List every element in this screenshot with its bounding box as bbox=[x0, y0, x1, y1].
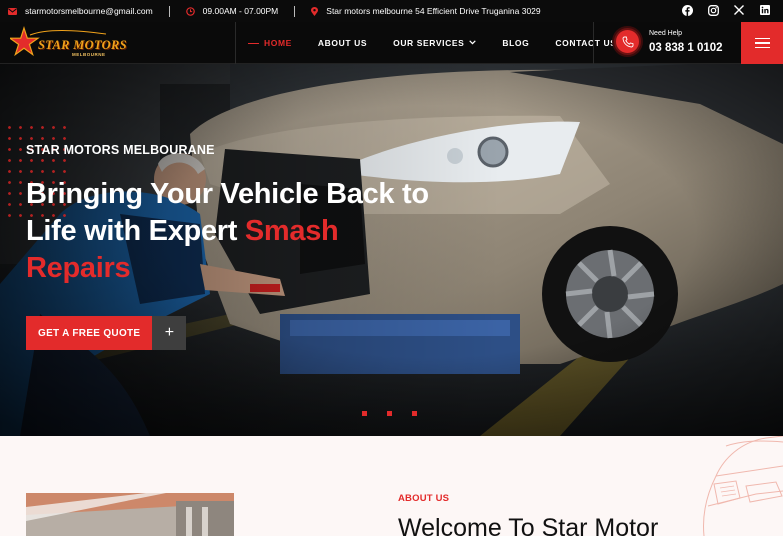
address-text: Star motors melbourne 54 Efficient Drive… bbox=[326, 6, 541, 16]
about-label: ABOUT US bbox=[398, 493, 450, 504]
help-phone[interactable]: Need Help 03 838 1 0102 bbox=[614, 28, 723, 55]
slider-dot[interactable] bbox=[387, 411, 392, 416]
hero-eyebrow: STAR MOTORS MELBOURANE bbox=[26, 143, 215, 157]
plus-icon[interactable]: + bbox=[152, 316, 187, 350]
hamburger-line bbox=[754, 37, 770, 40]
social-links bbox=[681, 4, 771, 16]
nav-item-label: ABOUT US bbox=[317, 38, 368, 48]
hamburger-line bbox=[754, 46, 770, 49]
x-icon[interactable] bbox=[733, 4, 745, 16]
divider bbox=[593, 22, 594, 64]
facebook-icon[interactable] bbox=[681, 4, 693, 16]
hero-title-highlight: Repairs bbox=[26, 252, 131, 284]
nav-item-contact-us[interactable]: CONTACT US bbox=[555, 38, 616, 48]
nav-item-label: BLOG bbox=[502, 38, 530, 48]
about-image bbox=[26, 493, 234, 536]
slider-dot[interactable] bbox=[362, 411, 367, 416]
chevron-down-icon bbox=[469, 39, 477, 47]
logo-wordmark: STAR MOTORS bbox=[38, 38, 127, 52]
site-logo[interactable]: STAR MOTORS MELBOURNE bbox=[10, 25, 127, 61]
hero-title-line1: Bringing Your Vehicle Back to bbox=[26, 178, 429, 210]
nav-item-label: HOME bbox=[264, 38, 292, 48]
address-info: Star motors melbourne 54 Efficient Drive… bbox=[311, 0, 541, 22]
active-indicator bbox=[248, 42, 259, 44]
clock-icon bbox=[185, 6, 195, 16]
email-info[interactable]: starmotorsmelbourne@gmail.com bbox=[8, 0, 153, 22]
nav-item-about-us[interactable]: ABOUT US bbox=[318, 38, 367, 48]
nav-item-label: OUR SERVICES bbox=[393, 38, 465, 48]
help-phone-number[interactable]: 03 838 1 0102 bbox=[649, 41, 723, 55]
hero-title: Bringing Your Vehicle Back to Life with … bbox=[26, 176, 486, 287]
about-title: Welcome To Star Motor bbox=[398, 514, 659, 536]
nav-menu: HOME ABOUT US OUR SERVICES BLOG CONTACT … bbox=[248, 22, 642, 64]
slider-pagination bbox=[362, 411, 417, 416]
about-section: ABOUT US Welcome To Star Motor bbox=[0, 436, 783, 536]
nav-item-label: CONTACT US bbox=[555, 38, 617, 48]
get-quote-button[interactable]: GET A FREE QUOTE bbox=[26, 316, 153, 350]
nav-item-our-services[interactable]: OUR SERVICES bbox=[393, 38, 477, 48]
hero-slider: STAR MOTORS MELBOURANE Bringing Your Veh… bbox=[0, 64, 783, 436]
location-pin-icon bbox=[311, 6, 319, 16]
phone-icon bbox=[614, 28, 641, 55]
divider bbox=[168, 5, 170, 17]
instagram-icon[interactable] bbox=[707, 4, 719, 16]
top-info-bar: starmotorsmelbourne@gmail.com 09.00AM - … bbox=[0, 0, 783, 22]
hero-title-line2: Life with Expert bbox=[26, 215, 245, 247]
divider bbox=[294, 5, 296, 17]
free-quote-cta[interactable]: GET A FREE QUOTE + bbox=[26, 316, 187, 350]
hamburger-menu-button[interactable] bbox=[741, 22, 783, 64]
car-sketch-decoration bbox=[703, 436, 783, 536]
help-label: Need Help bbox=[649, 29, 683, 37]
email-text[interactable]: starmotorsmelbourne@gmail.com bbox=[25, 6, 153, 16]
envelope-icon bbox=[8, 7, 17, 15]
divider bbox=[235, 22, 236, 64]
help-text: Need Help 03 838 1 0102 bbox=[649, 29, 723, 55]
nav-item-blog[interactable]: BLOG bbox=[502, 38, 529, 48]
hours-info: 09.00AM - 07.00PM bbox=[185, 0, 279, 22]
hours-text: 09.00AM - 07.00PM bbox=[202, 6, 279, 16]
logo-subtitle: MELBOURNE bbox=[72, 52, 106, 57]
nav-item-home[interactable]: HOME bbox=[248, 38, 292, 48]
linkedin-icon[interactable] bbox=[759, 4, 771, 16]
hero-title-highlight: Smash bbox=[244, 215, 339, 247]
hamburger-line bbox=[754, 42, 770, 44]
slider-dot[interactable] bbox=[412, 411, 417, 416]
main-navigation: STAR MOTORS MELBOURNE HOME ABOUT US OUR … bbox=[0, 22, 783, 64]
